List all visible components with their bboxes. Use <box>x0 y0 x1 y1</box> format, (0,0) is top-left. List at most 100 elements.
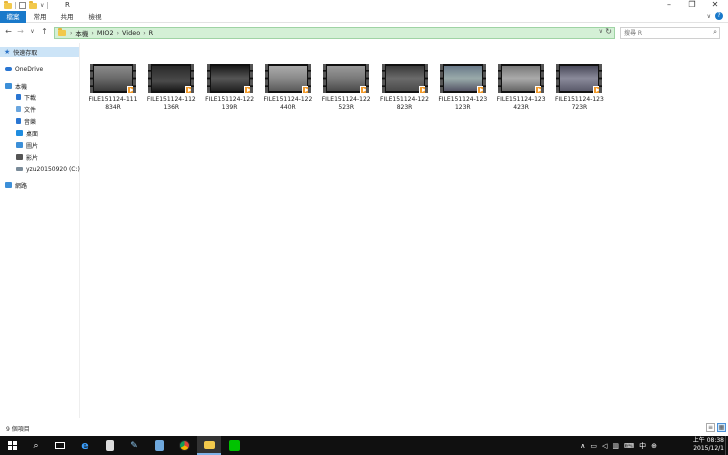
taskbar-file-explorer[interactable] <box>197 436 221 455</box>
nav-item-desktop[interactable]: 桌面 <box>16 128 38 138</box>
nav-item-documents[interactable]: 文件 <box>16 104 36 114</box>
taskbar-notes[interactable] <box>147 436 171 455</box>
large-icons-view-button[interactable]: ▦ <box>717 423 726 432</box>
file-tile[interactable]: FILE151124-123 723R <box>550 64 608 111</box>
separator <box>15 2 16 9</box>
tab-file[interactable]: 檔案 <box>0 11 26 23</box>
nav-item-drive-c[interactable]: yzu20150920 (C:) <box>16 164 80 174</box>
chevron-right-icon[interactable]: › <box>91 30 93 37</box>
address-history-dropdown[interactable]: ∨ <box>599 28 603 35</box>
file-tile[interactable]: FILE151124-122 523R <box>317 64 375 111</box>
breadcrumb-this-pc[interactable]: 本機 <box>75 28 88 38</box>
taskbar-line[interactable] <box>222 436 246 455</box>
file-name-line: 523R <box>338 103 354 111</box>
nav-item-label: 影片 <box>26 154 39 162</box>
file-tile[interactable]: FILE151124-122 823R <box>376 64 434 111</box>
back-button[interactable]: ← <box>3 27 14 38</box>
nav-item-pictures[interactable]: 圖片 <box>16 140 38 150</box>
close-button[interactable]: ✕ <box>704 0 726 11</box>
search-input[interactable] <box>621 28 707 38</box>
help-icon[interactable]: ? <box>715 12 723 20</box>
taskbar-calculator[interactable] <box>98 436 122 455</box>
video-play-badge-icon <box>476 86 483 93</box>
ime-indicator[interactable]: 中 <box>639 441 646 451</box>
search-box[interactable]: ⌕ <box>620 27 720 39</box>
file-tile[interactable]: FILE151124-122 440R <box>259 64 317 111</box>
forward-button[interactable]: → <box>15 27 26 38</box>
nav-item-this-pc[interactable]: 本機 <box>5 81 27 91</box>
breadcrumb-video[interactable]: Video <box>122 29 140 37</box>
file-name: FILE151124-122 139R <box>201 96 259 111</box>
file-name: FILE151124-122 440R <box>259 96 317 111</box>
file-tile[interactable]: FILE151124-123 423R <box>492 64 550 111</box>
file-name-line: FILE151124-122 <box>380 96 429 103</box>
file-tile[interactable]: FILE151124-112 136R <box>142 64 200 111</box>
window-title: R <box>65 1 70 9</box>
tab-view[interactable]: 檢視 <box>83 11 107 23</box>
recent-locations-button[interactable]: ∨ <box>27 27 38 38</box>
video-play-badge-icon <box>360 86 367 93</box>
video-play-badge-icon <box>301 86 308 93</box>
file-name-line: 423R <box>513 103 529 111</box>
file-tile[interactable]: FILE151124-123 123R <box>434 64 492 111</box>
video-thumbnail <box>148 64 195 93</box>
breadcrumb-mio2[interactable]: MIO2 <box>97 29 114 37</box>
chevron-up-icon[interactable]: ∧ <box>580 442 585 450</box>
new-folder-icon[interactable] <box>29 0 37 9</box>
file-tile[interactable]: FILE151124-122 139R <box>201 64 259 111</box>
taskbar-edge[interactable]: e <box>73 436 97 455</box>
file-name-line: FILE151124-123 <box>496 96 546 103</box>
properties-icon[interactable] <box>19 2 26 9</box>
drive-icon <box>16 167 23 171</box>
expand-ribbon-chevron-icon[interactable]: ∨ <box>707 13 711 20</box>
chevron-right-icon[interactable]: › <box>117 30 119 37</box>
pictures-icon <box>16 142 23 148</box>
nav-item-music[interactable]: 音樂 <box>16 116 36 126</box>
video-thumbnail <box>381 64 428 93</box>
video-thumbnail <box>323 64 370 93</box>
video-play-badge-icon <box>535 86 542 93</box>
nav-item-label: 快速存取 <box>13 49 38 57</box>
taskbar-chrome[interactable] <box>172 436 196 455</box>
ime-mode-icon[interactable]: ⊕ <box>651 442 657 450</box>
nav-item-onedrive[interactable]: OneDrive <box>5 64 43 74</box>
nav-item-label: 網路 <box>15 182 28 190</box>
keyboard-icon[interactable]: ⌨ <box>624 442 634 450</box>
network-icon[interactable]: ▥ <box>612 442 619 450</box>
tab-share[interactable]: 共用 <box>55 11 79 23</box>
nav-item-downloads[interactable]: 下載 <box>16 92 36 102</box>
up-button[interactable]: ↑ <box>39 27 50 38</box>
file-name: FILE151124-123 723R <box>550 96 608 111</box>
file-name-line: 723R <box>571 103 588 111</box>
details-view-button[interactable]: ≡ <box>706 423 715 432</box>
chevron-right-icon[interactable]: › <box>143 30 145 37</box>
volume-icon[interactable]: ◁ <box>602 442 607 450</box>
nav-item-videos[interactable]: 影片 <box>16 152 38 162</box>
file-tile[interactable]: FILE151124-111 834R <box>84 64 142 111</box>
address-bar[interactable]: › 本機 › MIO2 › Video › R ∨ ↻ <box>54 27 615 39</box>
star-icon: ★ <box>4 48 11 56</box>
breadcrumb-r[interactable]: R <box>149 29 154 37</box>
taskbar-app[interactable]: ✎ <box>122 436 146 455</box>
chevron-right-icon[interactable]: › <box>70 30 72 37</box>
file-name-line: 123R <box>454 103 471 111</box>
task-view-button[interactable] <box>48 436 72 455</box>
nav-item-quick-access[interactable]: ★ 快速存取 <box>0 47 79 57</box>
tab-home[interactable]: 常用 <box>28 11 52 23</box>
download-icon <box>16 94 21 100</box>
desktop-icon <box>16 130 23 136</box>
nav-item-network[interactable]: 網路 <box>5 180 27 190</box>
nav-item-label: 下載 <box>24 94 37 102</box>
customize-toolbar-dropdown[interactable]: ∨ <box>40 2 44 9</box>
clock-time: 上午 08:38 <box>692 437 724 444</box>
search-icon[interactable]: ⌕ <box>713 28 717 37</box>
cloud-icon <box>5 67 12 71</box>
search-taskbar-button[interactable]: ⌕ <box>24 436 48 455</box>
start-button[interactable] <box>0 436 24 455</box>
minimize-button[interactable]: – <box>658 0 680 11</box>
maximize-button[interactable]: ❐ <box>681 0 703 11</box>
clock[interactable]: 上午 08:38 2015/12/1 <box>684 437 724 453</box>
notification-icon[interactable]: ▭ <box>590 442 597 450</box>
nav-item-label: 桌面 <box>26 130 39 138</box>
refresh-button[interactable]: ↻ <box>605 27 612 36</box>
